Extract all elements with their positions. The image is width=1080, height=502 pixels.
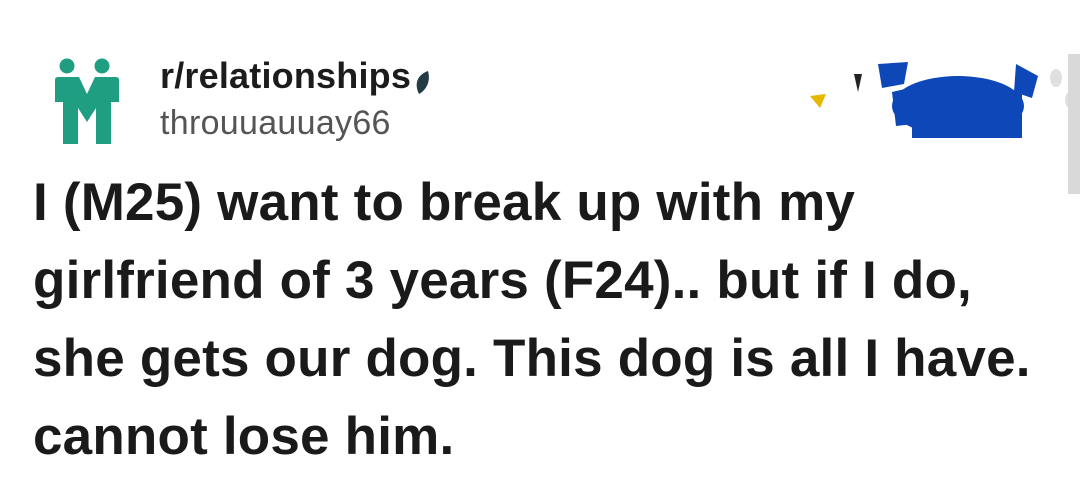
username[interactable]: throuuauuay66	[160, 104, 433, 143]
award-icons[interactable]	[808, 62, 1080, 152]
subreddit-name[interactable]: r/relationships	[160, 55, 411, 97]
post-card[interactable]: r/relationships throuuauuay66 I (M25) wa…	[0, 0, 1080, 502]
two-people-icon[interactable]	[52, 58, 122, 146]
post-meta: r/relationships throuuauuay66	[160, 52, 433, 143]
leaf-icon	[416, 71, 429, 94]
subreddit-row: r/relationships	[160, 52, 433, 100]
post-title[interactable]: I (M25) want to break up with my girlfri…	[33, 164, 1073, 476]
